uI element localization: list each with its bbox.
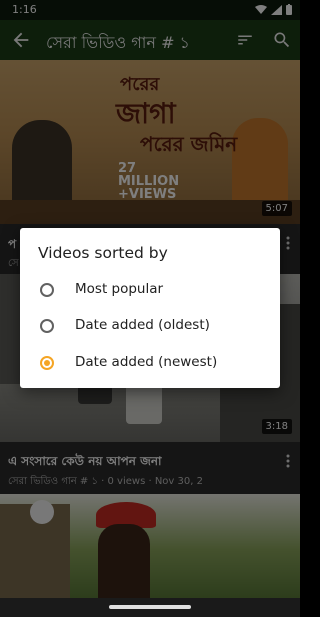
navigation-bar (0, 598, 300, 617)
radio-button-checked[interactable] (40, 356, 54, 370)
option-label: Date added (newest) (75, 354, 218, 370)
option-label: Date added (oldest) (75, 317, 210, 333)
sort-option-date-oldest[interactable]: Date added (oldest) (20, 308, 280, 344)
radio-button-unchecked[interactable] (40, 319, 54, 333)
option-label: Most popular (75, 281, 164, 297)
sort-option-date-newest[interactable]: Date added (newest) (20, 345, 280, 381)
dialog-title: Videos sorted by (38, 244, 168, 262)
radio-button-unchecked[interactable] (40, 283, 54, 297)
home-gesture-handle[interactable] (109, 605, 191, 609)
sort-option-most-popular[interactable]: Most popular (20, 272, 280, 308)
sort-dialog: Videos sorted by Most popular Date added… (20, 228, 280, 388)
